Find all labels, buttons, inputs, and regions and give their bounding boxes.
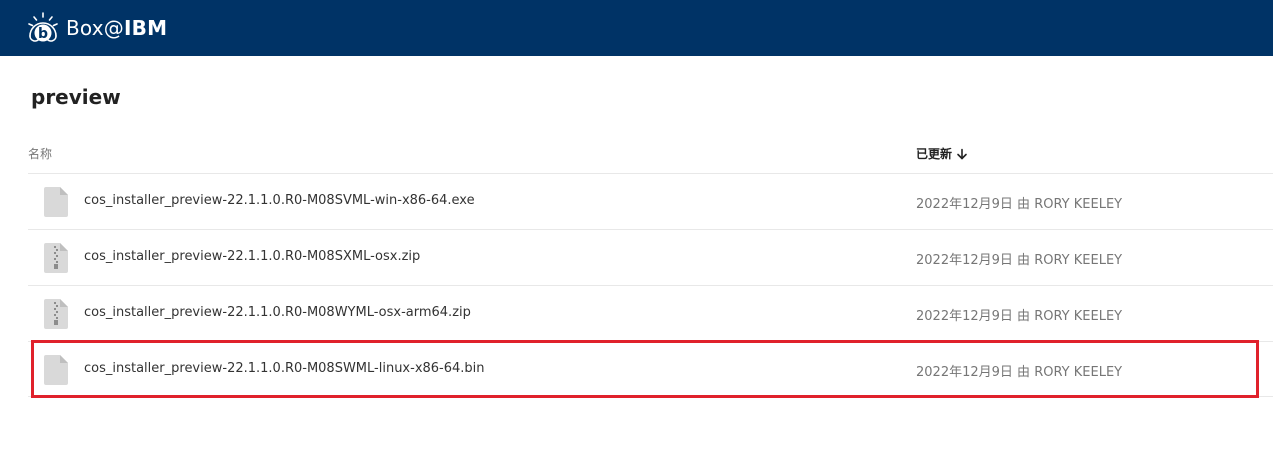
file-name-link[interactable]: cos_installer_preview-22.1.1.0.R0-M08WYM… [84, 305, 471, 320]
file-list: cos_installer_preview-22.1.1.0.R0-M08SVM… [28, 173, 1273, 397]
file-updated-info: 2022年12月9日 由 RORY KEELEY [916, 305, 1122, 324]
file-name-link[interactable]: cos_installer_preview-22.1.1.0.R0-M08SVM… [84, 193, 475, 208]
file-updated-user: RORY KEELEY [1034, 365, 1123, 380]
file-icon [44, 187, 68, 217]
file-updated-user: RORY KEELEY [1034, 309, 1123, 324]
file-updated-by: 由 [1017, 365, 1031, 380]
page-title: preview [31, 85, 121, 109]
file-updated-user: RORY KEELEY [1034, 197, 1123, 212]
zip-file-icon [44, 243, 68, 273]
file-row[interactable]: cos_installer_preview-22.1.1.0.R0-M08SWM… [28, 341, 1273, 397]
brand-suffix: IBM [123, 16, 168, 40]
brand-name: Box@IBM [66, 16, 167, 40]
file-updated-date: 2022年12月9日 [916, 253, 1013, 268]
file-row[interactable]: cos_installer_preview-22.1.1.0.R0-M08SVM… [28, 173, 1273, 229]
brand-logo[interactable]: b Box@IBM [26, 11, 167, 45]
brand-prefix: Box@ [66, 16, 124, 40]
column-header-updated-label: 已更新 [916, 147, 953, 161]
file-row[interactable]: cos_installer_preview-22.1.1.0.R0-M08WYM… [28, 285, 1273, 341]
arrow-down-icon [957, 148, 967, 159]
file-updated-date: 2022年12月9日 [916, 197, 1013, 212]
file-row[interactable]: cos_installer_preview-22.1.1.0.R0-M08SXM… [28, 229, 1273, 285]
file-updated-user: RORY KEELEY [1034, 253, 1123, 268]
file-name-link[interactable]: cos_installer_preview-22.1.1.0.R0-M08SWM… [84, 361, 485, 376]
top-bar: b Box@IBM [0, 0, 1273, 56]
file-name-link[interactable]: cos_installer_preview-22.1.1.0.R0-M08SXM… [84, 249, 420, 264]
file-updated-info: 2022年12月9日 由 RORY KEELEY [916, 361, 1122, 380]
box-logo-icon: b [28, 12, 58, 42]
column-header-updated[interactable]: 已更新 [916, 145, 968, 162]
file-updated-by: 由 [1017, 309, 1031, 324]
file-updated-by: 由 [1017, 197, 1031, 212]
list-header: 名称 已更新 [28, 140, 1273, 173]
svg-text:b: b [38, 26, 48, 42]
file-updated-info: 2022年12月9日 由 RORY KEELEY [916, 249, 1122, 268]
file-updated-date: 2022年12月9日 [916, 365, 1013, 380]
column-header-name[interactable]: 名称 [28, 145, 52, 162]
file-updated-date: 2022年12月9日 [916, 309, 1013, 324]
file-icon [44, 355, 68, 385]
zip-file-icon [44, 299, 68, 329]
file-updated-info: 2022年12月9日 由 RORY KEELEY [916, 193, 1122, 212]
file-updated-by: 由 [1017, 253, 1031, 268]
